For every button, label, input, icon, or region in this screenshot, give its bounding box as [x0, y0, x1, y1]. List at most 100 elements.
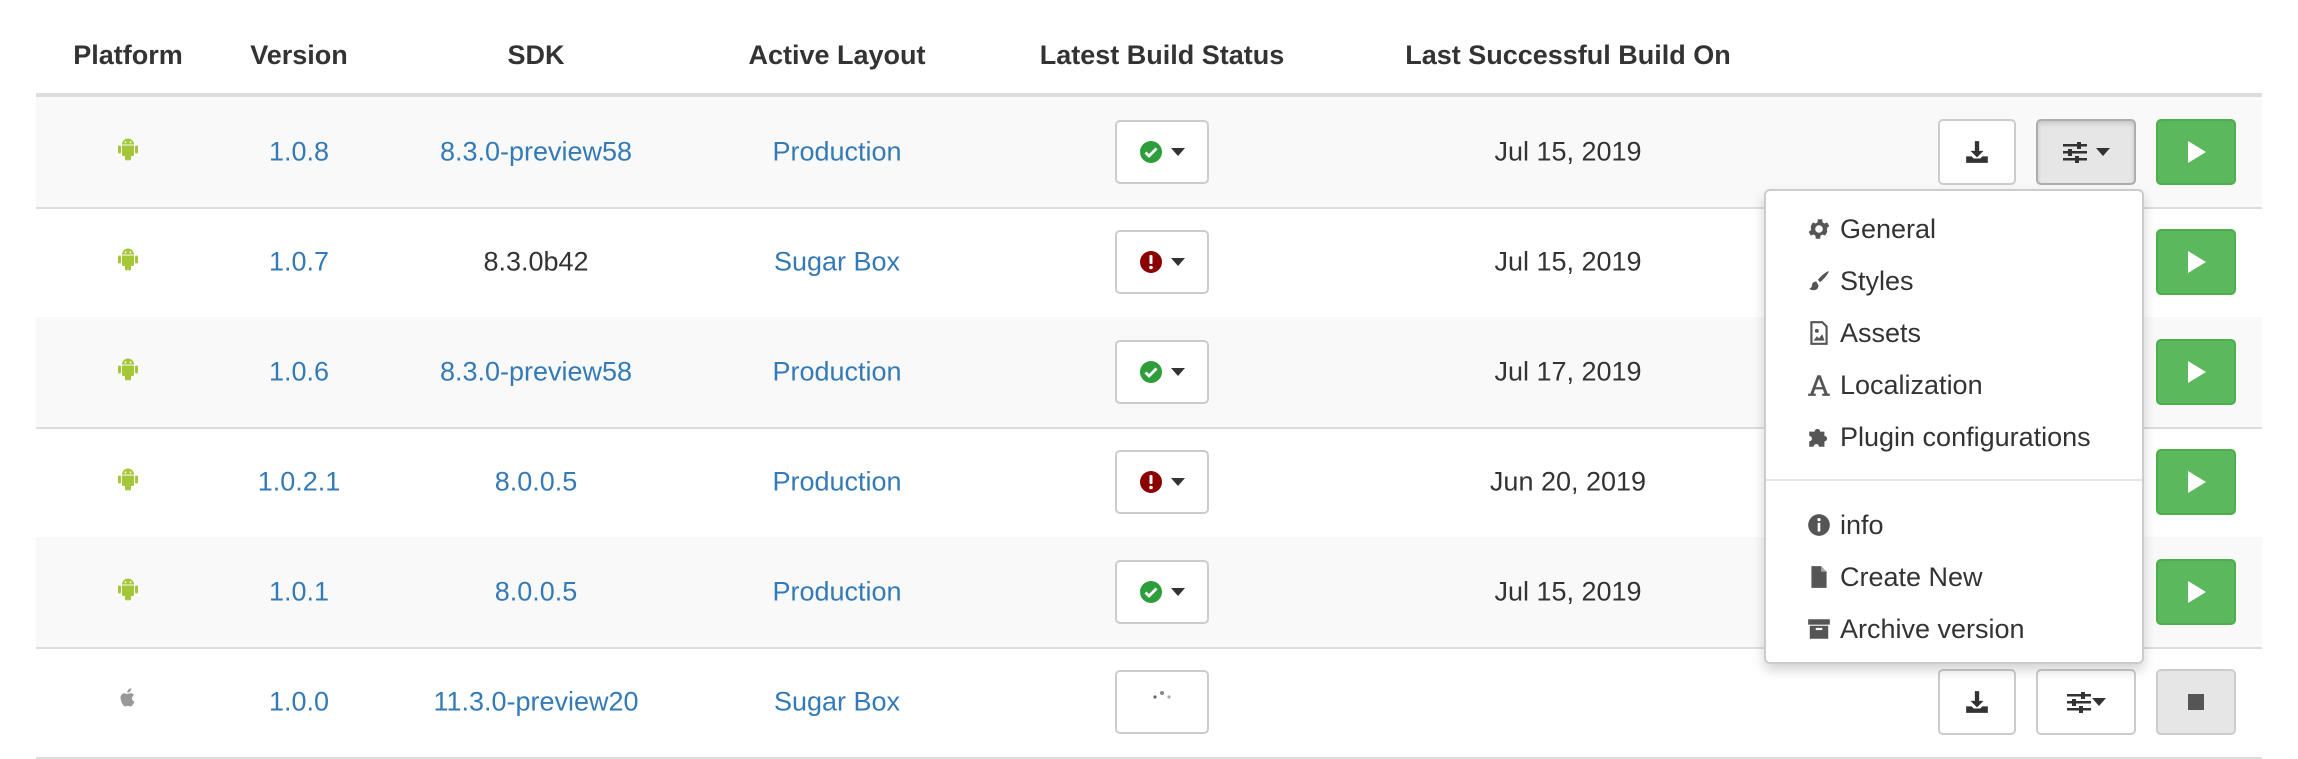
- settings-dropdown-button[interactable]: [2036, 669, 2136, 735]
- run-build-button[interactable]: [2156, 229, 2236, 295]
- build-status-dropdown[interactable]: [1115, 560, 1209, 624]
- run-build-button[interactable]: [2156, 669, 2236, 735]
- play-icon: [2184, 359, 2208, 385]
- spinner-icon: [1150, 690, 1174, 714]
- android-icon: [117, 137, 139, 168]
- check-circle-icon: [1139, 140, 1163, 164]
- versions-table: Platform Version SDK Active Layout Lates…: [36, 0, 2262, 759]
- version-link[interactable]: 1.0.6: [269, 357, 329, 388]
- font-icon: [1806, 372, 1832, 398]
- gear-icon: [1806, 216, 1832, 242]
- download-button[interactable]: [1938, 669, 2016, 735]
- caret-down-icon: [2092, 698, 2106, 706]
- last-build-date: Jul 17, 2019: [1494, 356, 1642, 387]
- version-link[interactable]: 1.0.7: [269, 247, 329, 278]
- sdk-value[interactable]: 11.3.0-preview20: [433, 687, 638, 718]
- menu-item-plugin-configurations-label: Plugin configurations: [1840, 421, 2091, 452]
- exclamation-circle-icon: [1139, 250, 1163, 274]
- version-link[interactable]: 1.0.0: [269, 687, 329, 718]
- build-status-dropdown[interactable]: [1115, 120, 1209, 184]
- active-layout-link[interactable]: Production: [772, 137, 901, 168]
- run-build-button[interactable]: [2156, 449, 2236, 515]
- check-circle-icon: [1139, 360, 1163, 384]
- build-status-dropdown[interactable]: [1115, 670, 1209, 734]
- active-layout-link[interactable]: Production: [772, 357, 901, 388]
- caret-down-icon: [1171, 258, 1185, 266]
- download-button[interactable]: [1938, 119, 2016, 185]
- settings-dropdown-button[interactable]: [2036, 119, 2136, 185]
- settings-dropdown-menu: General Styles Assets Localization Plugi…: [1764, 189, 2144, 664]
- caret-down-icon: [1171, 588, 1185, 596]
- caret-down-icon: [2096, 148, 2110, 156]
- download-icon: [1964, 689, 1990, 715]
- run-build-button[interactable]: [2156, 119, 2236, 185]
- menu-item-info-label: info: [1840, 509, 1884, 540]
- android-icon: [117, 577, 139, 608]
- info-circle-icon: [1806, 512, 1832, 538]
- stop-icon: [2184, 690, 2208, 714]
- active-layout-link[interactable]: Production: [772, 467, 901, 498]
- paint-brush-icon: [1806, 268, 1832, 294]
- menu-item-styles[interactable]: Styles: [1806, 261, 1914, 301]
- menu-item-create-new[interactable]: Create New: [1806, 557, 1983, 597]
- menu-item-general-label: General: [1840, 213, 1937, 244]
- sdk-value[interactable]: 8.0.0.5: [495, 467, 578, 498]
- last-build-date: Jun 20, 2019: [1489, 466, 1647, 497]
- menu-item-plugin-configurations[interactable]: Plugin configurations: [1806, 417, 2091, 457]
- last-build-date: Jul 15, 2019: [1494, 576, 1642, 607]
- menu-item-info[interactable]: info: [1806, 505, 1884, 545]
- version-link[interactable]: 1.0.1: [269, 577, 329, 608]
- android-icon: [117, 247, 139, 278]
- menu-divider: [1766, 479, 2142, 481]
- android-icon: [117, 357, 139, 388]
- sdk-value[interactable]: 8.3.0-preview58: [440, 137, 632, 168]
- menu-item-archive-version-label: Archive version: [1840, 613, 2025, 644]
- archive-icon: [1806, 616, 1832, 642]
- active-layout-link[interactable]: Sugar Box: [774, 687, 900, 718]
- menu-item-general[interactable]: General: [1806, 209, 1936, 249]
- caret-down-icon: [1171, 368, 1185, 376]
- menu-item-localization-label: Localization: [1840, 369, 1983, 400]
- play-icon: [2184, 249, 2208, 275]
- header-sdk: SDK: [507, 40, 565, 70]
- android-icon: [117, 467, 139, 498]
- header-version: Version: [250, 40, 348, 70]
- play-icon: [2184, 139, 2208, 165]
- menu-item-localization[interactable]: Localization: [1806, 365, 1983, 405]
- build-status-dropdown[interactable]: [1115, 340, 1209, 404]
- build-status-dropdown[interactable]: [1115, 450, 1209, 514]
- caret-down-icon: [1171, 478, 1185, 486]
- sdk-value[interactable]: 8.0.0.5: [495, 577, 578, 608]
- caret-down-icon: [1171, 148, 1185, 156]
- exclamation-circle-icon: [1139, 470, 1163, 494]
- active-layout-link[interactable]: Production: [772, 577, 901, 608]
- play-icon: [2184, 469, 2208, 495]
- last-build-date: Jul 15, 2019: [1494, 136, 1642, 167]
- check-circle-icon: [1139, 580, 1163, 604]
- menu-item-archive-version[interactable]: Archive version: [1806, 609, 2025, 649]
- play-icon: [2184, 579, 2208, 605]
- image-icon: [1806, 320, 1832, 346]
- header-active-layout: Active Layout: [748, 40, 926, 70]
- file-icon: [1806, 564, 1832, 590]
- puzzle-icon: [1806, 424, 1832, 450]
- build-status-dropdown[interactable]: [1115, 230, 1209, 294]
- header-last-successful-build-on: Last Successful Build On: [1405, 40, 1731, 70]
- version-link[interactable]: 1.0.2.1: [258, 467, 341, 498]
- sliders-icon: [2062, 141, 2088, 163]
- sdk-value: 8.3.0b42: [483, 246, 589, 277]
- menu-item-styles-label: Styles: [1840, 265, 1914, 296]
- apple-icon: [117, 687, 139, 718]
- version-link[interactable]: 1.0.8: [269, 137, 329, 168]
- menu-item-assets[interactable]: Assets: [1806, 313, 1921, 353]
- active-layout-link[interactable]: Sugar Box: [774, 247, 900, 278]
- table-header: Platform Version SDK Active Layout Lates…: [36, 0, 2262, 97]
- menu-item-assets-label: Assets: [1840, 317, 1922, 348]
- sdk-value[interactable]: 8.3.0-preview58: [440, 357, 632, 388]
- header-platform: Platform: [73, 40, 183, 70]
- menu-item-create-new-label: Create New: [1840, 561, 1983, 592]
- download-icon: [1964, 139, 1990, 165]
- run-build-button[interactable]: [2156, 559, 2236, 625]
- header-latest-build-status: Latest Build Status: [1039, 40, 1285, 70]
- run-build-button[interactable]: [2156, 339, 2236, 405]
